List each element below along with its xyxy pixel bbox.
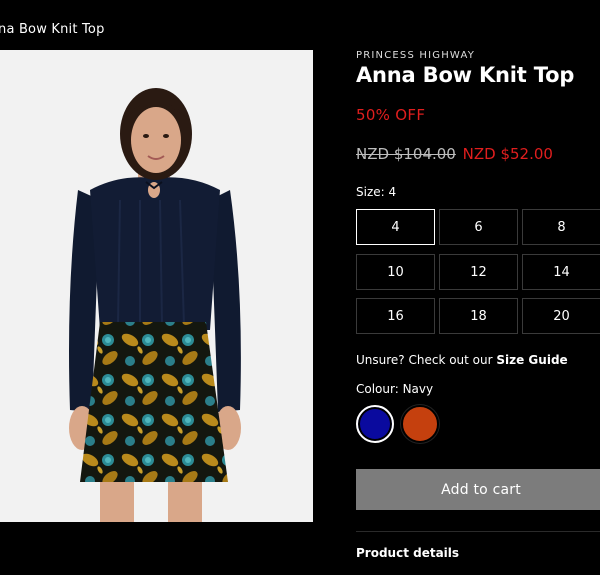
colour-swatch-navy[interactable] — [356, 405, 394, 443]
brand-name[interactable]: PRINCESS HIGHWAY — [356, 50, 475, 61]
divider — [356, 531, 600, 532]
discount-badge: 50% OFF — [356, 106, 426, 124]
size-label: Size: 4 — [356, 185, 397, 199]
product-title: Anna Bow Knit Top — [356, 63, 575, 87]
price-block: NZD $104.00 NZD $52.00 — [356, 145, 553, 163]
size-option-18[interactable]: 18 — [439, 298, 518, 334]
size-option-6[interactable]: 6 — [439, 209, 518, 245]
size-option-10[interactable]: 10 — [356, 254, 435, 290]
size-option-4[interactable]: 4 — [356, 209, 435, 245]
colour-swatch-rust[interactable] — [401, 405, 439, 443]
product-details-toggle[interactable]: Product details — [356, 546, 459, 560]
size-option-8[interactable]: 8 — [522, 209, 600, 245]
product-image[interactable] — [0, 50, 313, 522]
size-option-16[interactable]: 16 — [356, 298, 435, 334]
size-guide-link[interactable]: Size Guide — [496, 353, 567, 367]
sale-price: NZD $52.00 — [462, 145, 553, 163]
size-option-20[interactable]: 20 — [522, 298, 600, 334]
size-guide-text: Unsure? Check out our Size Guide — [356, 353, 568, 367]
add-to-cart-button[interactable]: Add to cart — [356, 469, 600, 510]
breadcrumb: na Bow Knit Top — [0, 22, 105, 37]
model-illustration — [69, 88, 241, 522]
colour-label: Colour: Navy — [356, 382, 434, 396]
size-option-12[interactable]: 12 — [439, 254, 518, 290]
original-price: NZD $104.00 — [356, 145, 456, 163]
size-guide-prefix: Unsure? Check out our — [356, 353, 497, 367]
size-option-14[interactable]: 14 — [522, 254, 600, 290]
